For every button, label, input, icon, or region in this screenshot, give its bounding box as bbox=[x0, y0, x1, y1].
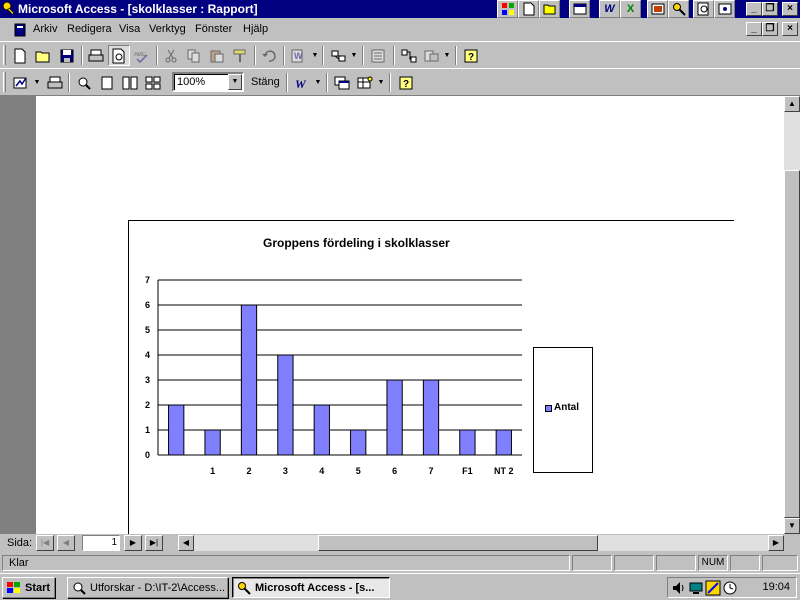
display-settings-icon[interactable] bbox=[705, 580, 721, 596]
y-tick-label: 6 bbox=[145, 300, 150, 310]
bar bbox=[422, 379, 440, 456]
status-text: Klar bbox=[2, 555, 570, 571]
x-tick-label: 6 bbox=[392, 466, 397, 476]
first-page-icon[interactable]: |◀ bbox=[36, 535, 54, 551]
page-number-input[interactable]: 1 bbox=[82, 535, 120, 551]
start-button[interactable]: Start bbox=[2, 577, 55, 598]
x-tick-label: 2 bbox=[246, 466, 251, 476]
bar bbox=[204, 429, 221, 456]
x-tick-label: NT 2 bbox=[494, 466, 514, 476]
bar bbox=[313, 404, 330, 456]
status-cell-1 bbox=[572, 555, 612, 571]
explorer-icon bbox=[73, 582, 86, 595]
access-key-icon bbox=[238, 581, 251, 595]
y-tick-label: 3 bbox=[145, 375, 150, 385]
bar bbox=[277, 354, 294, 456]
scroll-up-icon[interactable]: ▲ bbox=[784, 96, 800, 112]
bar bbox=[459, 429, 476, 456]
taskbar-explorer-label: Utforskar - D:\IT-2\Access... bbox=[90, 581, 226, 594]
y-tick-label: 1 bbox=[145, 425, 150, 435]
taskbar: Start Utforskar - D:\IT-2\Access... Micr… bbox=[0, 573, 800, 600]
x-tick-label: 5 bbox=[356, 466, 361, 476]
vertical-scroll-thumb[interactable] bbox=[784, 170, 800, 518]
vertical-scrollbar[interactable]: ▲ ▼ bbox=[784, 96, 800, 534]
bar bbox=[350, 429, 367, 456]
x-tick-label: 3 bbox=[283, 466, 288, 476]
scroll-right-icon[interactable]: ▶ bbox=[768, 535, 784, 551]
horizontal-scrollbar[interactable]: ◀ ▶ bbox=[178, 535, 784, 551]
network-icon[interactable] bbox=[688, 580, 704, 596]
y-tick-label: 7 bbox=[145, 275, 150, 285]
taskbar-access-label: Microsoft Access - [s... bbox=[255, 581, 375, 594]
x-tick-label: 7 bbox=[428, 466, 433, 476]
record-navigation-bar: Sida: |◀ ◀ 1 ▶ ▶| ◀ ▶ bbox=[0, 534, 784, 552]
num-lock-indicator: NUM bbox=[698, 555, 728, 571]
scroll-corner bbox=[784, 534, 800, 552]
x-tick-label: 1 bbox=[210, 466, 215, 476]
last-page-icon[interactable]: ▶| bbox=[145, 535, 163, 551]
status-cell-6 bbox=[762, 555, 798, 571]
previous-page-icon[interactable]: ◀ bbox=[57, 535, 75, 551]
system-tray: 19:04 bbox=[667, 577, 797, 598]
x-tick-label: F1 bbox=[462, 466, 473, 476]
bar bbox=[240, 304, 258, 456]
bar-chart: 0 1 2 3 4 5 6 7 1 2 3 4 5 6 7 F1 NT 2 bbox=[145, 275, 522, 476]
y-tick-label: 0 bbox=[145, 450, 150, 460]
next-page-icon[interactable]: ▶ bbox=[124, 535, 142, 551]
y-tick-label: 4 bbox=[145, 350, 150, 360]
y-tick-label: 5 bbox=[145, 325, 150, 335]
y-tick-label: 2 bbox=[145, 400, 150, 410]
horizontal-scroll-thumb[interactable] bbox=[318, 535, 598, 551]
speaker-icon[interactable] bbox=[671, 580, 687, 596]
status-cell-2 bbox=[614, 555, 654, 571]
page-label: Sida: bbox=[7, 537, 33, 549]
scroll-left-icon[interactable]: ◀ bbox=[178, 535, 194, 551]
x-tick-label: 4 bbox=[319, 466, 324, 476]
scroll-down-icon[interactable]: ▼ bbox=[784, 518, 800, 534]
bar bbox=[168, 404, 185, 456]
taskbar-explorer-button[interactable]: Utforskar - D:\IT-2\Access... bbox=[67, 577, 228, 598]
start-label: Start bbox=[25, 581, 51, 594]
clock[interactable]: 19:04 bbox=[762, 581, 790, 593]
bar bbox=[386, 379, 403, 456]
legend-label: Antal bbox=[554, 402, 579, 413]
taskbar-access-button[interactable]: Microsoft Access - [s... bbox=[232, 577, 390, 598]
status-cell-5 bbox=[730, 555, 760, 571]
bar bbox=[495, 429, 512, 456]
status-bar: Klar NUM bbox=[0, 554, 800, 572]
status-cell-3 bbox=[656, 555, 696, 571]
scheduler-icon[interactable] bbox=[722, 580, 738, 596]
windows-logo-icon bbox=[7, 581, 20, 593]
legend-swatch bbox=[545, 405, 552, 412]
